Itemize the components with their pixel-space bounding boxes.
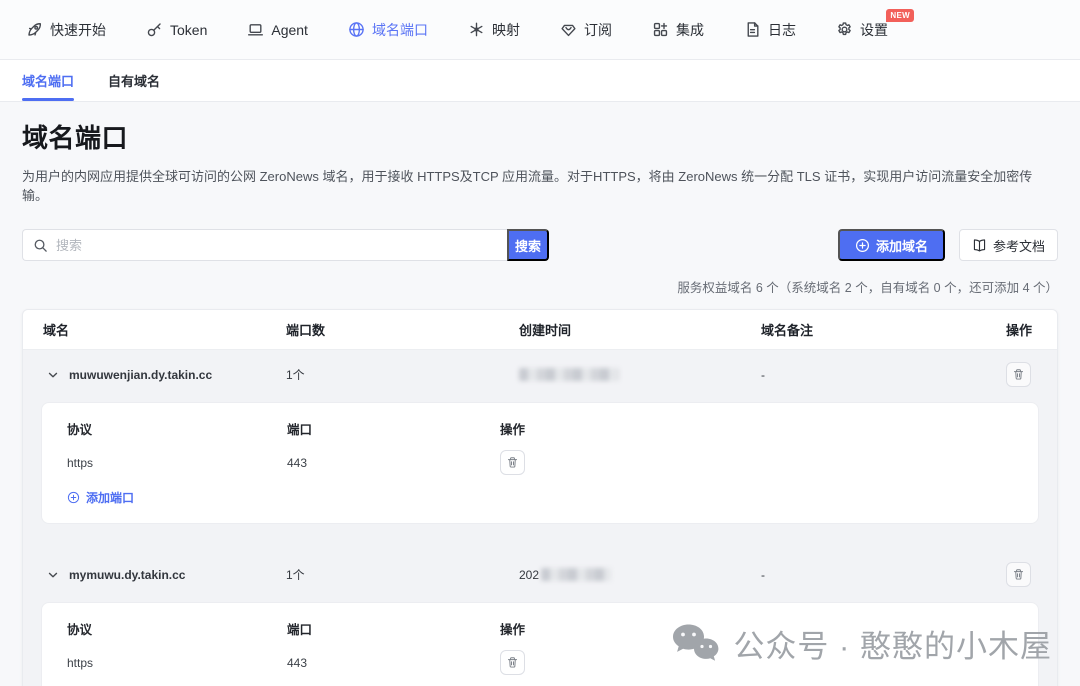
- table-row: mymuwu.dy.takin.cc 1个 202 -: [23, 550, 1057, 597]
- nav-label: 映射: [492, 20, 520, 40]
- domain-name: muwuwenjian.dy.takin.cc: [69, 368, 212, 382]
- nav-item-integration[interactable]: 集成: [652, 20, 704, 40]
- delete-domain-button[interactable]: [1006, 562, 1031, 587]
- tab-domain-ports[interactable]: 域名端口: [22, 60, 74, 101]
- add-domain-button[interactable]: 添加域名: [838, 229, 945, 261]
- created-at-cell: [519, 368, 761, 381]
- domain-remark: -: [761, 368, 1006, 382]
- sub-col-protocol: 协议: [67, 419, 287, 450]
- nav-label: 订阅: [584, 20, 612, 40]
- nav-item-agent[interactable]: Agent: [247, 21, 308, 38]
- nav-label: Token: [170, 22, 207, 38]
- sub-col-port: 端口: [287, 419, 500, 450]
- created-at-cell: 202: [519, 568, 761, 582]
- mapping-icon: [468, 21, 485, 38]
- plus-circle-icon: [855, 238, 870, 253]
- col-header-remark: 域名备注: [761, 320, 1006, 339]
- tab-own-domains[interactable]: 自有域名: [108, 60, 160, 101]
- col-header-port-count: 端口数: [286, 320, 519, 339]
- gear-icon: [836, 21, 853, 38]
- delete-domain-button[interactable]: [1006, 362, 1031, 387]
- port-sub-table: 协议 端口 操作 https 443: [41, 602, 1039, 686]
- new-badge: NEW: [886, 9, 914, 22]
- port-sub-table: 协议 端口 操作 https 443: [41, 402, 1039, 524]
- col-header-created-at: 创建时间: [519, 320, 761, 339]
- rocket-icon: [26, 21, 43, 38]
- nav-item-domain-ports[interactable]: 域名端口: [348, 20, 428, 40]
- chevron-down-icon[interactable]: [46, 568, 60, 582]
- plus-circle-icon: [67, 491, 80, 504]
- book-icon: [972, 238, 987, 253]
- nav-label: 域名端口: [372, 20, 428, 40]
- port-protocol: https: [67, 656, 287, 680]
- nav-label: 快速开始: [50, 20, 106, 40]
- delete-port-button[interactable]: [500, 450, 525, 475]
- search-icon: [33, 238, 48, 253]
- domain-cell: mymuwu.dy.takin.cc: [43, 568, 286, 582]
- nav-item-logs[interactable]: 日志: [744, 20, 796, 40]
- table-row: muwuwenjian.dy.takin.cc 1个 -: [23, 350, 1057, 397]
- domain-cell: muwuwenjian.dy.takin.cc: [43, 368, 286, 382]
- search-button[interactable]: 搜索: [507, 229, 549, 261]
- add-port-link[interactable]: 添加端口: [67, 489, 134, 506]
- port-count: 1个: [286, 566, 519, 583]
- nav-item-settings[interactable]: 设置 NEW: [836, 20, 888, 40]
- globe-icon: [348, 21, 365, 38]
- integration-icon: [652, 21, 669, 38]
- created-at-partial: 202: [519, 568, 539, 582]
- page-title: 域名端口: [22, 118, 1058, 155]
- port-number: 443: [287, 656, 500, 680]
- laptop-icon: [247, 21, 264, 38]
- key-icon: [146, 21, 163, 38]
- nav-item-token[interactable]: Token: [146, 21, 207, 38]
- search-box: [22, 229, 507, 261]
- redacted-created-at: [519, 368, 619, 381]
- col-header-actions: 操作: [1006, 320, 1037, 339]
- button-label: 参考文档: [993, 236, 1045, 255]
- chevron-down-icon[interactable]: [46, 368, 60, 382]
- domain-quota-text: 服务权益域名 6 个（系统域名 2 个，自有域名 0 个，还可添加 4 个）: [22, 277, 1058, 296]
- sub-col-protocol: 协议: [67, 619, 287, 650]
- tab-label: 自有域名: [108, 71, 160, 90]
- redacted-created-at: [541, 568, 611, 581]
- subscribe-icon: [560, 21, 577, 38]
- main-content: 域名端口 为用户的内网应用提供全球可访问的公网 ZeroNews 域名，用于接收…: [0, 102, 1080, 686]
- domain-name: mymuwu.dy.takin.cc: [69, 568, 185, 582]
- delete-port-button[interactable]: [500, 650, 525, 675]
- nav-label: 集成: [676, 20, 704, 40]
- nav-label: Agent: [271, 22, 308, 38]
- tab-label: 域名端口: [22, 71, 74, 90]
- port-protocol: https: [67, 456, 287, 480]
- domain-remark: -: [761, 568, 1006, 582]
- search-group: 搜索: [22, 229, 549, 261]
- nav-label: 设置: [860, 20, 888, 40]
- reference-docs-button[interactable]: 参考文档: [959, 229, 1058, 261]
- add-port-label: 添加端口: [86, 489, 134, 506]
- button-label: 添加域名: [876, 236, 928, 255]
- port-count: 1个: [286, 366, 519, 383]
- sub-col-actions: 操作: [500, 419, 1038, 450]
- sub-col-port: 端口: [287, 619, 500, 650]
- search-input[interactable]: [56, 238, 497, 253]
- table-body: muwuwenjian.dy.takin.cc 1个 - 协议 端口: [23, 350, 1057, 686]
- toolbar: 搜索 添加域名 参考文档: [22, 229, 1058, 261]
- sub-col-actions: 操作: [500, 619, 1038, 650]
- log-icon: [744, 21, 761, 38]
- nav-item-mapping[interactable]: 映射: [468, 20, 520, 40]
- port-number: 443: [287, 456, 500, 480]
- col-header-domain: 域名: [43, 320, 286, 339]
- table-header-row: 域名 端口数 创建时间 域名备注 操作: [23, 310, 1057, 350]
- secondary-tab-bar: 域名端口 自有域名: [0, 60, 1080, 102]
- top-navigation: 快速开始 Token Agent 域名端口 映射 订阅 集成: [0, 0, 1080, 60]
- nav-item-subscription[interactable]: 订阅: [560, 20, 612, 40]
- nav-label: 日志: [768, 20, 796, 40]
- nav-item-quick-start[interactable]: 快速开始: [26, 20, 106, 40]
- domain-table: 域名 端口数 创建时间 域名备注 操作 muwuwenjian.dy.takin…: [22, 309, 1058, 686]
- page-description: 为用户的内网应用提供全球可访问的公网 ZeroNews 域名，用于接收 HTTP…: [22, 166, 1058, 204]
